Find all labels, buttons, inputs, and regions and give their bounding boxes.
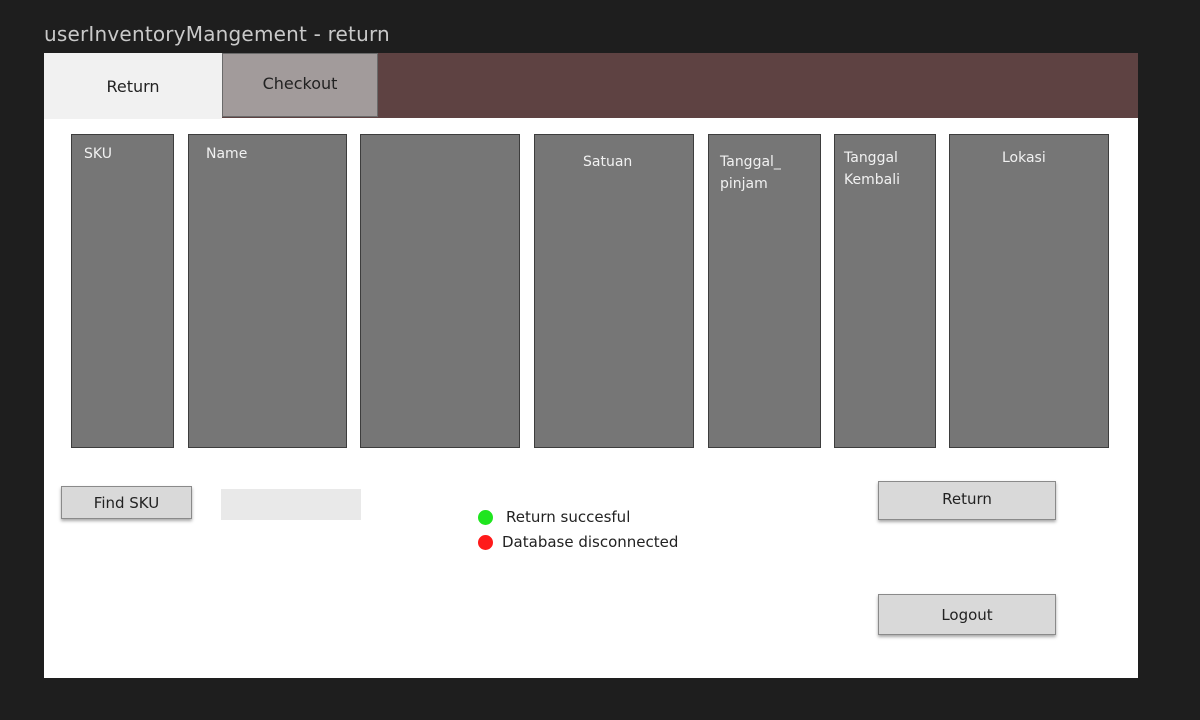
column-satuan[interactable]: Satuan xyxy=(534,134,694,448)
inventory-table: SKU Name Satuan Tanggal_ pinjam Tanggal … xyxy=(44,53,1138,678)
column-header: Name xyxy=(206,146,248,162)
find-sku-button-label: Find SKU xyxy=(93,493,160,512)
status-error-text: Database disconnected xyxy=(502,533,679,551)
status-return-success: Return succesful xyxy=(478,508,630,526)
status-database-disconnected: Database disconnected xyxy=(478,533,678,551)
logout-button-label: Logout xyxy=(941,605,993,624)
return-button-label: Return xyxy=(942,490,992,508)
column-header-line2: pinjam xyxy=(720,176,768,192)
logout-button[interactable]: Logout xyxy=(878,594,1056,635)
column-header-line2: Kembali xyxy=(844,172,900,188)
find-sku-button[interactable]: Find SKU xyxy=(61,486,192,519)
column-header: Tanggal_ xyxy=(720,154,781,170)
window-title: userInventoryMangement - return xyxy=(44,22,390,46)
column-header: Lokasi xyxy=(1002,150,1046,166)
column-header: SKU xyxy=(84,146,112,162)
column-tanggal-pinjam[interactable]: Tanggal_ pinjam xyxy=(708,134,821,448)
column-header: Satuan xyxy=(583,154,633,170)
column-header: Tanggal xyxy=(844,150,898,166)
sku-input[interactable] xyxy=(221,489,361,520)
app-window: Return Checkout SKU Name Satuan Tanggal_… xyxy=(44,53,1138,678)
column-tanggal-kembali[interactable]: Tanggal Kembali xyxy=(834,134,936,448)
column-name[interactable]: Name xyxy=(188,134,347,448)
red-status-dot-icon xyxy=(478,534,493,550)
column-sku[interactable]: SKU xyxy=(71,134,174,448)
status-success-text: Return succesful xyxy=(506,508,631,526)
return-button[interactable]: Return xyxy=(878,481,1056,520)
column-lokasi[interactable]: Lokasi xyxy=(949,134,1109,448)
column-blank[interactable] xyxy=(360,134,520,448)
green-status-dot-icon xyxy=(478,509,493,525)
